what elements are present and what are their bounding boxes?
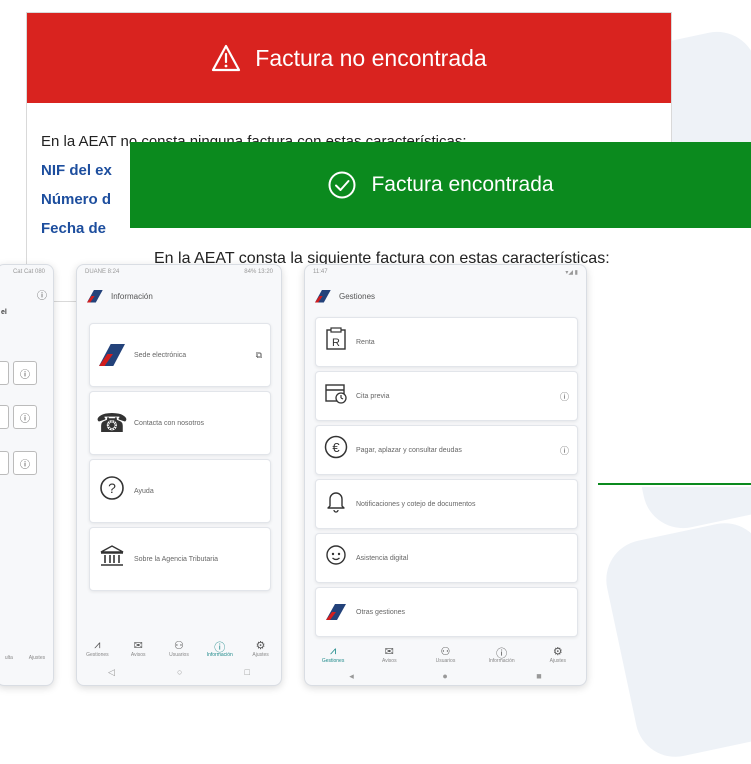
phone-screenshot-gestiones: 11:47 ▾◢ ▮ Gestiones R Renta Cita previa… [304,264,587,686]
warning-icon [212,44,241,72]
list-row[interactable]: ⓘ [0,361,37,385]
bottom-nav: ⩘ Gestiones ✉ Avisos ⚇ Usuarios ⓘ Informació… [305,645,586,664]
success-header: Factura encontrada [130,142,751,228]
info-icon: ⓘ [214,642,226,654]
euro-icon: € [316,435,356,465]
nav-avisos[interactable]: ✉ Avisos [372,645,406,664]
menu-item-contacta[interactable]: ☎ Contacta con nosotros [89,391,271,455]
back-icon[interactable]: ◂ [349,671,354,682]
divider [598,483,751,485]
users-icon: ⚇ [174,640,184,652]
help-icon[interactable]: ⓘ [560,444,569,457]
status-bar: DUANE 8:24 84% 13:20 [85,269,273,275]
help-icon: ? [90,475,134,507]
institution-icon [90,544,134,574]
status-bar: 11:47 ▾◢ ▮ [313,269,578,276]
check-circle-icon [328,171,356,199]
info-icon[interactable]: ⓘ [13,361,37,385]
aeat-logo [315,289,331,303]
screen-title: Gestiones [339,291,376,301]
back-icon[interactable]: ◁ [108,667,115,678]
svg-text:?: ? [108,480,116,496]
svg-text:R: R [332,337,340,349]
bottom-nav: ⩘ Gestiones ✉ Avisos ⚇ Usuarios ⓘ Informació… [77,639,281,658]
nav-usuarios[interactable]: ⚇ Usuarios [162,639,196,658]
status-bar: Cat Cat 080 [12,269,45,275]
menu-item-asistencia[interactable]: Asistencia digital [315,533,578,583]
list-row[interactable]: ⓘ [0,405,37,429]
nav-avisos[interactable]: ✉ Avisos [121,639,155,658]
nav-informacion[interactable]: ⓘ Información [203,639,237,658]
nav-gestiones[interactable]: ⩘ Gestiones [80,639,114,658]
nav-ajustes[interactable]: ⚙ Ajustes [244,639,278,658]
aeat-logo [87,289,103,303]
phone-icon: ☎ [95,407,129,438]
aeat-logo [90,344,134,366]
aeat-logo: ⩘ [329,645,337,657]
error-title: Factura no encontrada [255,44,487,71]
nav-usuarios[interactable]: ⚇ Usuarios [428,645,462,664]
phone-screenshot-left: Cat Cat 080 ⓘ el ⓘ ⓘ ⓘ ulta Ajustes [0,264,54,686]
screen-heading: el [1,309,7,316]
screen-title: Información [111,291,153,301]
phone-screenshot-information: DUANE 8:24 84% 13:20 Información Sede el… [76,264,282,686]
home-icon[interactable]: ● [442,671,447,682]
nav-gestiones[interactable]: ⩘ Gestiones [316,645,350,664]
info-icon[interactable]: ⓘ [13,405,37,429]
menu-item-otras-gestiones[interactable]: Otras gestiones [315,587,578,637]
background-shape [598,515,751,764]
help-icon[interactable]: ⓘ [560,390,569,403]
menu-item-sobre-agencia[interactable]: Sobre la Agencia Tributaria [89,527,271,591]
nav-ajustes[interactable]: ⚙ Ajustes [541,645,575,664]
aeat-logo [316,604,356,620]
external-link-icon[interactable]: ⧉ [256,350,262,361]
renta-icon: R [316,327,356,357]
recents-icon[interactable]: ■ [536,671,541,682]
aeat-logo: ⩘ [94,639,101,651]
list-row[interactable]: ⓘ [0,451,37,475]
info-icon[interactable]: ⓘ [13,451,37,475]
error-header: Factura no encontrada [27,13,671,103]
success-title: Factura encontrada [371,173,554,196]
app-header: Gestiones [305,280,586,312]
home-icon[interactable]: ○ [177,667,182,678]
menu-item-ayuda[interactable]: ? Ayuda [89,459,271,523]
mail-icon: ✉ [133,640,143,652]
help-icon[interactable]: ⓘ [37,287,47,302]
menu-item-pagar[interactable]: € Pagar, aplazar y consultar deudas ⓘ [315,425,578,475]
nav-informacion[interactable]: ⓘ Información [485,645,519,664]
app-header: Información [77,280,281,312]
system-nav-bar: ◁ ○ □ [77,667,281,678]
system-nav-bar: ◂ ● ■ [305,671,586,682]
gear-icon: ⚙ [255,640,266,652]
info-icon: ⓘ [496,648,508,660]
bottom-nav: ulta Ajustes [4,655,46,661]
menu-item-cita-previa[interactable]: Cita previa ⓘ [315,371,578,421]
gear-icon: ⚙ [552,646,563,658]
menu-item-sede-electronica[interactable]: Sede electrónica ⧉ [89,323,271,387]
bell-icon [316,489,356,519]
calendar-icon [316,381,356,411]
users-icon: ⚇ [440,646,451,658]
mail-icon: ✉ [384,646,394,658]
menu-item-notificaciones[interactable]: Notificaciones y cotejo de documentos [315,479,578,529]
menu-item-renta[interactable]: R Renta [315,317,578,367]
recents-icon[interactable]: □ [245,667,250,678]
assistant-icon [316,543,356,573]
svg-text:€: € [332,440,340,455]
